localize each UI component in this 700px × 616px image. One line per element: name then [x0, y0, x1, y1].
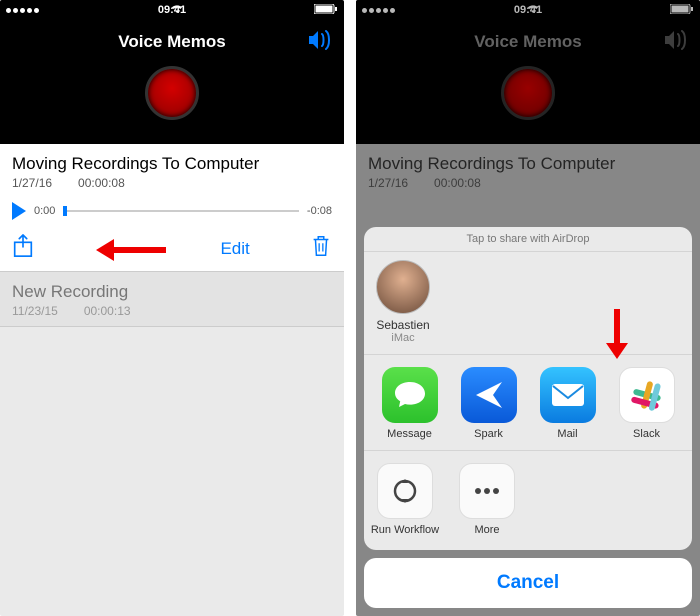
status-time: 09:41 — [158, 4, 186, 16]
scrubber-track[interactable] — [63, 210, 299, 212]
action-label: More — [474, 524, 499, 536]
share-app-mail[interactable]: Mail — [533, 367, 603, 440]
elapsed-time: 0:00 — [34, 205, 55, 217]
nav-bar: Voice Memos — [0, 20, 344, 64]
player-row: 0:00 -0:08 — [12, 202, 332, 220]
message-icon — [382, 367, 438, 423]
battery-icon — [314, 4, 338, 17]
phone-left: 09:41 Voice Memos Moving Recordings To C… — [0, 0, 344, 616]
play-icon[interactable] — [12, 202, 26, 220]
status-bar: 09:41 — [0, 0, 344, 20]
recording-title: Moving Recordings To Computer — [12, 154, 332, 174]
action-label: Run Workflow — [371, 524, 439, 536]
recording-item[interactable]: New Recording 11/23/15 00:00:13 — [0, 272, 344, 327]
spark-icon — [461, 367, 517, 423]
share-app-slack[interactable]: Slack — [612, 367, 682, 440]
record-area — [0, 64, 344, 144]
more-icon — [459, 463, 515, 519]
airdrop-row: Sebastien iMac — [364, 252, 692, 355]
annotation-arrow-icon — [611, 309, 623, 359]
app-label: Message — [387, 428, 432, 440]
avatar — [376, 260, 430, 314]
app-label: Slack — [633, 428, 660, 440]
share-sheet: Tap to share with AirDrop Sebastien iMac… — [364, 227, 692, 608]
slack-icon — [619, 367, 675, 423]
phone-right: 09:41 Voice Memos Moving Recordings To C… — [356, 0, 700, 616]
cancel-button[interactable]: Cancel — [364, 558, 692, 608]
scrubber-thumb[interactable] — [63, 206, 67, 216]
share-button[interactable] — [12, 234, 34, 263]
airdrop-contact-device: iMac — [391, 332, 414, 344]
remaining-time: -0:08 — [307, 205, 332, 217]
share-actions-row: Run Workflow More — [364, 451, 692, 550]
page-title: Voice Memos — [118, 32, 225, 52]
app-label: Mail — [557, 428, 577, 440]
airdrop-contact-name: Sebastien — [376, 314, 429, 332]
record-button[interactable] — [145, 66, 199, 120]
recording-duration: 00:00:13 — [84, 304, 131, 318]
workflow-icon — [377, 463, 433, 519]
recording-date: 1/27/16 — [12, 176, 52, 190]
edit-button[interactable]: Edit — [220, 239, 249, 259]
recording-date: 11/23/15 — [12, 304, 58, 318]
mail-icon — [540, 367, 596, 423]
annotation-arrow-icon — [96, 244, 166, 254]
trash-button[interactable] — [310, 234, 332, 263]
share-action-more[interactable]: More — [452, 463, 522, 536]
recording-title: New Recording — [12, 282, 332, 302]
speaker-icon[interactable] — [308, 30, 334, 55]
recording-duration: 00:00:08 — [78, 176, 125, 190]
share-apps-row: Message Spark Mail — [364, 355, 692, 451]
airdrop-header: Tap to share with AirDrop — [364, 227, 692, 252]
recording-item-expanded[interactable]: Moving Recordings To Computer 1/27/16 00… — [0, 144, 344, 272]
share-app-spark[interactable]: Spark — [454, 367, 524, 440]
airdrop-contact[interactable]: Sebastien iMac — [376, 260, 430, 344]
signal-dots-icon — [6, 8, 39, 13]
share-action-run-workflow[interactable]: Run Workflow — [370, 463, 440, 536]
share-app-message[interactable]: Message — [375, 367, 445, 440]
app-label: Spark — [474, 428, 503, 440]
